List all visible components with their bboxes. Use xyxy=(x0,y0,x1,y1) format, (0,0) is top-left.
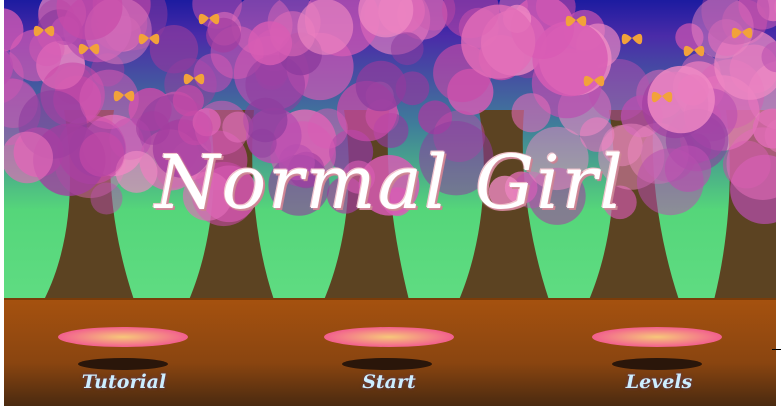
levels-button[interactable]: Levels xyxy=(584,365,734,399)
edge-marker xyxy=(772,349,781,350)
tutorial-button[interactable]: Tutorial xyxy=(49,365,199,399)
game-scene: Normal Girl Tutorial Start Levels xyxy=(4,0,776,406)
game-title: Normal Girl xyxy=(155,140,625,226)
start-button[interactable]: Start xyxy=(314,365,464,399)
